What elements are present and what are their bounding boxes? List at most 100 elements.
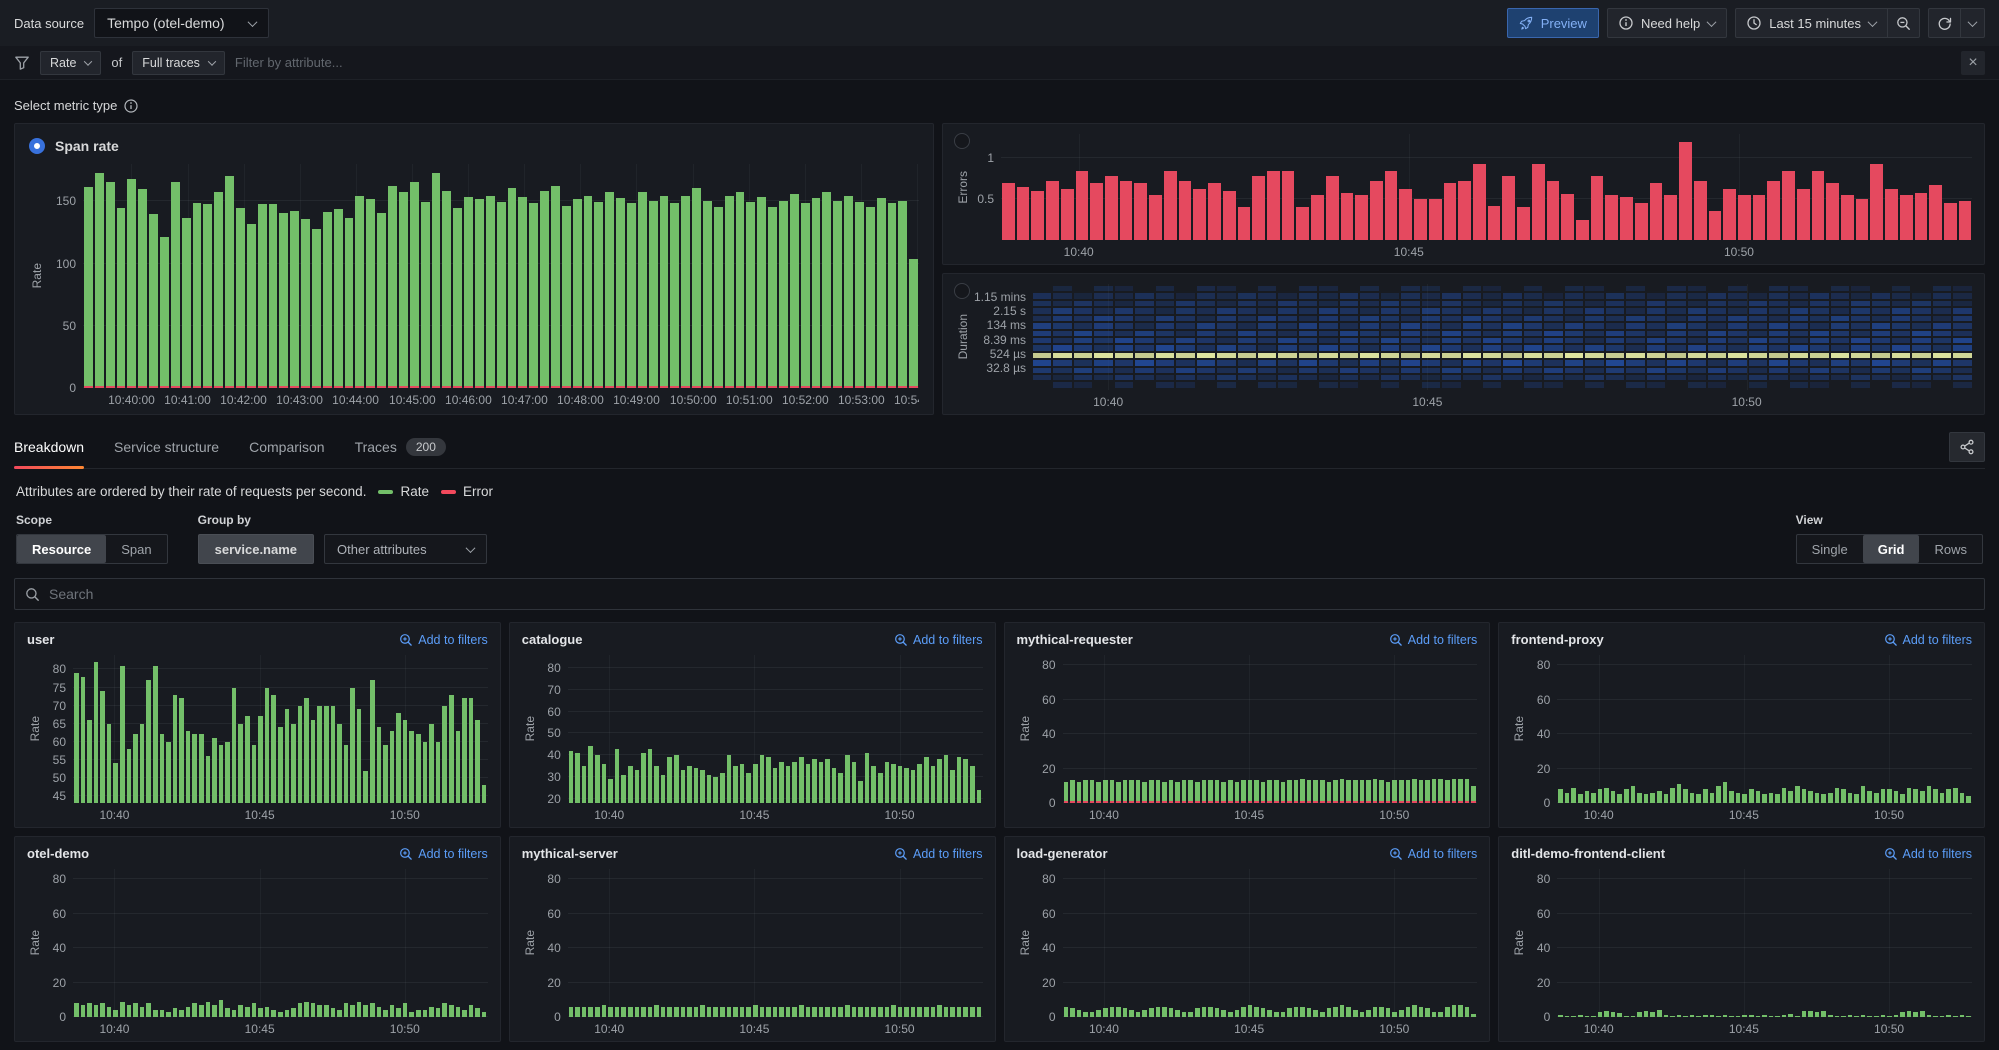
- add-to-filters-button[interactable]: Add to filters: [1389, 633, 1477, 647]
- panel-rate-chart[interactable]: Rate02040608010:4010:4510:50: [522, 869, 983, 1037]
- breakdown-panel: mythical-requester Add to filters Rate02…: [1004, 622, 1491, 828]
- heatmap-cell: [1953, 323, 1971, 328]
- bar: [1267, 655, 1272, 803]
- span-rate-panel[interactable]: Span rate Rate05010015010:40:0010:41:001…: [14, 123, 934, 415]
- heatmap-cell: [1933, 316, 1951, 321]
- bar: [635, 869, 640, 1017]
- heatmap-cell: [1319, 331, 1337, 336]
- add-to-filters-button[interactable]: Add to filters: [1884, 633, 1972, 647]
- heatmap-cell: [1319, 316, 1337, 321]
- duration-radio[interactable]: [954, 283, 970, 299]
- heatmap-cell: [1094, 301, 1112, 306]
- heatmap-cell: [1258, 286, 1276, 291]
- duration-heatmap[interactable]: Duration1.15 mins2.15 s134 ms8.39 ms524 …: [955, 284, 1972, 410]
- tab-traces[interactable]: Traces 200: [355, 425, 446, 468]
- heatmap-cell: [1094, 316, 1112, 321]
- view-rows-button[interactable]: Rows: [1919, 535, 1982, 563]
- heatmap-cell: [1626, 331, 1644, 336]
- search-input[interactable]: Search: [14, 578, 1985, 610]
- heatmap-cell: [1053, 331, 1071, 336]
- need-help-button[interactable]: Need help: [1607, 8, 1727, 38]
- close-filter-button[interactable]: ×: [1961, 51, 1985, 75]
- errors-panel[interactable]: Errors0.5110:4010:4510:50: [942, 123, 1985, 265]
- time-range-picker[interactable]: Last 15 minutes: [1735, 8, 1888, 38]
- bar: [937, 869, 942, 1017]
- heatmap-cell: [1115, 382, 1133, 387]
- attribute-filter-input[interactable]: Filter by attribute...: [235, 55, 343, 70]
- add-to-filters-button[interactable]: Add to filters: [1389, 847, 1477, 861]
- bar: [423, 869, 428, 1017]
- bar: [687, 869, 692, 1017]
- span-rate-option[interactable]: Span rate: [29, 134, 919, 158]
- bar: [1690, 869, 1695, 1017]
- group-by-control: Group by service.name Other attributes: [198, 513, 487, 564]
- heatmap-cell: [1135, 293, 1153, 298]
- add-to-filters-button[interactable]: Add to filters: [894, 633, 982, 647]
- errors-radio[interactable]: [954, 133, 970, 149]
- tab-comparison[interactable]: Comparison: [249, 425, 324, 468]
- errors-chart[interactable]: Errors0.5110:4010:4510:50: [955, 134, 1972, 260]
- other-attributes-dropdown[interactable]: Other attributes: [324, 534, 487, 564]
- heatmap-cell: [1442, 293, 1460, 298]
- heatmap-cell: [1872, 338, 1890, 343]
- heatmap-cell: [1606, 308, 1624, 313]
- heatmap-cell: [1340, 338, 1358, 343]
- add-to-filters-button[interactable]: Add to filters: [894, 847, 982, 861]
- panel-rate-chart[interactable]: Rate455055606570758010:4010:4510:50: [27, 655, 488, 823]
- heatmap-cell: [1381, 368, 1399, 373]
- view-single-button[interactable]: Single: [1797, 535, 1863, 563]
- bar: [1452, 869, 1457, 1017]
- span-rate-chart[interactable]: Rate05010015010:40:0010:41:0010:42:0010:…: [29, 164, 919, 408]
- bar: [192, 655, 197, 803]
- info-icon: [124, 99, 138, 113]
- heatmap-cell: [1463, 345, 1481, 350]
- data-source-picker[interactable]: Tempo (otel-demo): [94, 8, 269, 38]
- bar: [694, 869, 699, 1017]
- preview-button[interactable]: Preview: [1507, 8, 1599, 38]
- panel-rate-chart[interactable]: Rate02040608010:4010:4510:50: [27, 869, 488, 1037]
- heatmap-cell: [1135, 382, 1153, 387]
- add-to-filters-button[interactable]: Add to filters: [399, 633, 487, 647]
- tab-service-structure[interactable]: Service structure: [114, 425, 219, 468]
- heatmap-cell: [1258, 353, 1276, 358]
- bar: [819, 869, 824, 1017]
- panel-rate-chart[interactable]: Rate02040608010:4010:4510:50: [1017, 869, 1478, 1037]
- bar: [1835, 869, 1840, 1017]
- heatmap-cell: [1933, 286, 1951, 291]
- panel-rate-chart[interactable]: Rate02040608010:4010:4510:50: [1511, 869, 1972, 1037]
- heatmap-cell: [1708, 368, 1726, 373]
- panel-rate-chart[interactable]: Rate2030405060708010:4010:4510:50: [522, 655, 983, 823]
- bar: [1340, 655, 1345, 803]
- bar-series: [1557, 655, 1972, 803]
- heatmap-cell: [1749, 375, 1767, 380]
- scope-resource-button[interactable]: Resource: [17, 535, 106, 563]
- bar: [1729, 655, 1734, 803]
- heatmap-cell: [1912, 345, 1930, 350]
- add-to-filters-button[interactable]: Add to filters: [1884, 847, 1972, 861]
- refresh-button[interactable]: [1928, 8, 1961, 38]
- heatmap-cell: [1790, 345, 1808, 350]
- span-rate-radio[interactable]: [29, 138, 45, 154]
- heatmap-cell: [1176, 360, 1194, 365]
- heatmap-cell: [1197, 338, 1215, 343]
- panel-rate-chart[interactable]: Rate02040608010:4010:4510:50: [1511, 655, 1972, 823]
- view-grid-button[interactable]: Grid: [1863, 535, 1920, 563]
- bar: [1703, 655, 1708, 803]
- zoom-out-time-button[interactable]: [1887, 8, 1920, 38]
- share-button[interactable]: [1949, 432, 1985, 462]
- heatmap-cell: [1933, 368, 1951, 373]
- heatmap-cell: [1340, 316, 1358, 321]
- add-to-filters-button[interactable]: Add to filters: [399, 847, 487, 861]
- scope-span-button[interactable]: Span: [106, 535, 166, 563]
- refresh-interval-dropdown[interactable]: [1960, 8, 1985, 38]
- metric-select[interactable]: Rate: [40, 51, 101, 75]
- bar: [245, 869, 250, 1017]
- group-by-service-name-button[interactable]: service.name: [198, 534, 314, 564]
- bar: [1248, 655, 1253, 803]
- select-metric-type-label: Select metric type: [14, 98, 117, 113]
- traces-type-select[interactable]: Full traces: [132, 51, 225, 75]
- panel-rate-chart[interactable]: Rate02040608010:4010:4510:50: [1017, 655, 1478, 823]
- tab-breakdown[interactable]: Breakdown: [14, 425, 84, 468]
- duration-panel[interactable]: Duration1.15 mins2.15 s134 ms8.39 ms524 …: [942, 273, 1985, 415]
- bar: [81, 655, 86, 803]
